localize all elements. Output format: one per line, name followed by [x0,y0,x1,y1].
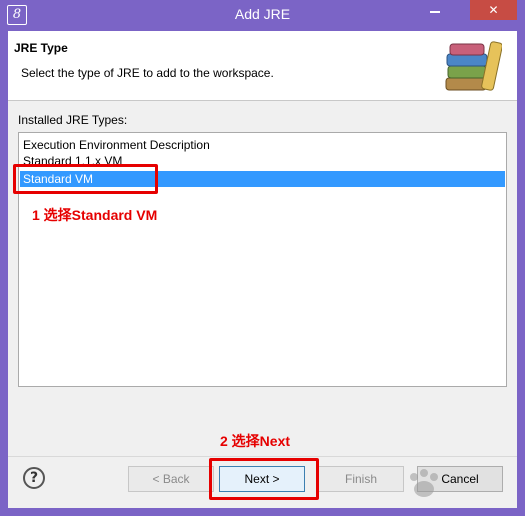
baidu-watermark-icon [410,469,438,497]
minimize-button[interactable] [422,0,448,20]
installed-jre-types-label: Installed JRE Types: [18,113,128,127]
annotation-highlight-box [209,458,319,500]
window-frame: 8 Add JRE ✕ JRE Type Select the type of … [0,0,525,516]
help-icon[interactable]: ? [23,467,45,489]
title-bar[interactable]: 8 Add JRE ✕ [0,0,525,31]
annotation-step1: 1 选择Standard VM [32,207,158,223]
back-button[interactable]: < Back [128,466,214,492]
page-description: Select the type of JRE to add to the wor… [21,66,274,80]
books-library-icon [445,41,502,91]
header-banner: JRE Type Select the type of JRE to add t… [8,31,517,101]
annotation-highlight-box [13,164,158,194]
dialog-client-area: JRE Type Select the type of JRE to add t… [8,31,517,508]
close-button[interactable]: ✕ [470,0,517,20]
finish-button[interactable]: Finish [318,466,404,492]
page-title: JRE Type [14,41,68,55]
divider [8,456,517,457]
annotation-step2: 2 选择Next [220,433,291,449]
list-item[interactable]: Execution Environment Description [20,137,505,153]
